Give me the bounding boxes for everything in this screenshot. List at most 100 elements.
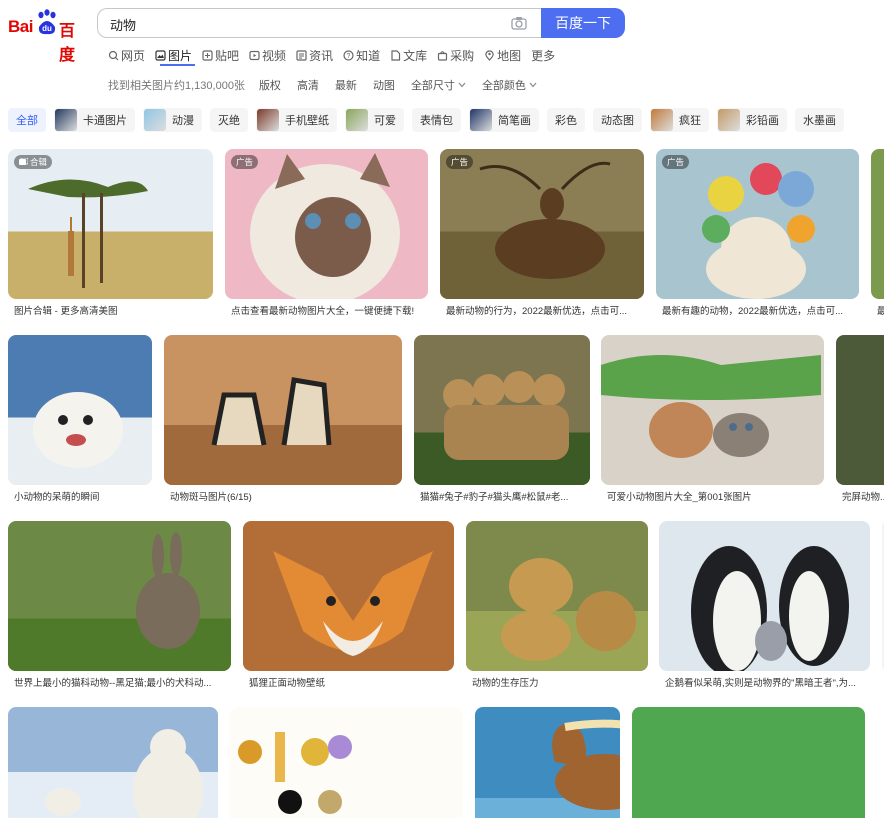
result-thumbnail[interactable] — [632, 707, 865, 818]
result-caption[interactable]: 企鹅看似呆萌,实则是动物界的"黑暗王者",为... — [665, 675, 866, 689]
image-result-card[interactable]: 合辑 图片合辑 - 更多高清美图 — [8, 149, 213, 320]
tag-chip[interactable]: 简笔画 — [469, 108, 539, 132]
tag-chip[interactable]: 表情包 — [412, 108, 461, 132]
result-caption[interactable]: 猫猫#兔子#豹子#猫头鹰#松鼠#老... — [420, 489, 586, 503]
image-result-card[interactable]: 动物斑马图片(6/15) — [164, 335, 402, 506]
image-result-card[interactable]: 动物的生存压力 — [466, 521, 648, 692]
result-caption[interactable]: 世界上最小的猫科动物--黑足猫;最小的犬科动... — [14, 675, 227, 689]
result-caption[interactable]: 最 — [877, 303, 884, 317]
result-caption[interactable]: 可爱小动物图片大全_第001张图片 — [607, 489, 820, 503]
search-input[interactable] — [110, 15, 490, 33]
result-thumbnail[interactable] — [601, 335, 824, 485]
tab-map[interactable]: 地图 — [484, 46, 521, 64]
tag-chip[interactable]: 可爱 — [345, 108, 404, 132]
tag-chip[interactable]: 动漫 — [143, 108, 202, 132]
tag-chip[interactable]: 彩铅画 — [717, 108, 787, 132]
tab-doc[interactable]: 文库 — [390, 46, 427, 64]
image-result-card[interactable] — [475, 707, 620, 818]
tag-chip[interactable]: 卡通图片 — [54, 108, 135, 132]
search-box[interactable] — [97, 8, 541, 38]
ad-badge: 广告 — [231, 155, 259, 169]
camera-icon[interactable] — [511, 16, 527, 30]
tab-video[interactable]: 视频 — [249, 46, 286, 64]
image-result-card[interactable]: 最 — [871, 149, 884, 320]
tag-thumbnail — [651, 109, 673, 131]
tab-label: 文库 — [403, 48, 428, 63]
result-thumbnail[interactable] — [475, 707, 620, 818]
image-result-card[interactable]: 广告点击查看最新动物图片大全，一键便捷下载! — [225, 149, 428, 320]
result-thumbnail[interactable] — [225, 149, 428, 299]
image-result-card[interactable] — [632, 707, 865, 818]
result-thumbnail[interactable] — [440, 149, 644, 299]
result-caption[interactable]: 小动物的呆萌的瞬间 — [14, 489, 148, 503]
tag-chip[interactable]: 手机壁纸 — [256, 108, 337, 132]
result-caption[interactable]: 图片合辑 - 更多高清美图 — [14, 303, 209, 317]
badge-label: 广告 — [667, 157, 685, 167]
image-result-card[interactable]: 小动物的呆萌的瞬间 — [8, 335, 152, 506]
result-thumbnail[interactable] — [466, 521, 648, 671]
tab-question[interactable]: ? 知道 — [343, 46, 380, 64]
tag-chip[interactable]: 疯狂 — [650, 108, 709, 132]
image-result-card[interactable]: 广告最新动物的行为，2022最新优选，点击可... — [440, 149, 644, 320]
baidu-logo[interactable]: Bai du 百度 — [8, 9, 88, 64]
result-caption[interactable]: 狐狸正面动物壁纸 — [249, 675, 450, 689]
nav-tabs: 网页 图片 贴吧 视频 资讯 ? 知道 文库 采购 地图 更多 — [108, 46, 565, 64]
result-caption[interactable]: 动物的生存压力 — [472, 675, 644, 689]
tag-chip[interactable]: 全部 — [8, 108, 46, 132]
image-result-card[interactable]: 可爱小动物图片大全_第001张图片 — [601, 335, 824, 506]
result-thumbnail[interactable] — [659, 521, 870, 671]
filter-animated[interactable]: 动图 — [373, 77, 395, 93]
filter-size-dropdown[interactable]: 全部尺寸 — [411, 77, 466, 93]
result-thumbnail[interactable] — [414, 335, 590, 485]
tab-picture[interactable]: 图片 — [155, 46, 192, 64]
search-button[interactable]: 百度一下 — [541, 8, 625, 38]
result-caption[interactable]: 最新有趣的动物，2022最新优选，点击可... — [662, 303, 855, 317]
tag-chip[interactable]: 灭绝 — [210, 108, 248, 132]
result-thumbnail[interactable] — [871, 149, 884, 299]
image-result-card[interactable]: 企鹅看似呆萌,实则是动物界的"黑暗王者",为... — [659, 521, 870, 692]
result-caption[interactable]: 完屏动物... — [842, 489, 884, 503]
related-tags: 全部 卡通图片 动漫 灭绝 手机壁纸 可爱 表情包 简笔画 彩色 动态图 疯狂 彩铅画 水墨画 — [8, 108, 852, 132]
image-result-card[interactable]: 狐狸正面动物壁纸 — [243, 521, 454, 692]
tag-chip[interactable]: 动态图 — [593, 108, 642, 132]
image-result-card[interactable]: 广告最新有趣的动物，2022最新优选，点击可... — [656, 149, 859, 320]
image-result-card[interactable]: 猫猫#兔子#豹子#猫头鹰#松鼠#老... — [414, 335, 590, 506]
filter-hd[interactable]: 高清 — [297, 77, 319, 93]
tag-chip[interactable]: 水墨画 — [795, 108, 844, 132]
result-caption[interactable]: 最新动物的行为，2022最新优选，点击可... — [446, 303, 640, 317]
tag-thumbnail — [144, 109, 166, 131]
result-thumbnail[interactable] — [230, 707, 463, 818]
tab-news[interactable]: 资讯 — [296, 46, 333, 64]
tab-label: 网页 — [121, 48, 146, 63]
tag-chip[interactable]: 彩色 — [547, 108, 585, 132]
collection-icon — [19, 158, 28, 165]
result-thumbnail[interactable] — [656, 149, 859, 299]
result-thumbnail[interactable] — [8, 707, 218, 818]
tag-label: 彩铅画 — [746, 115, 779, 127]
tab-label: 地图 — [497, 48, 522, 63]
tag-label: 表情包 — [420, 115, 453, 127]
tab-bag[interactable]: 采购 — [437, 46, 474, 64]
result-thumbnail[interactable] — [8, 521, 231, 671]
ad-badge: 广告 — [446, 155, 474, 169]
result-thumbnail[interactable] — [243, 521, 454, 671]
image-result-card[interactable] — [230, 707, 463, 818]
filter-copyright[interactable]: 版权 — [259, 77, 281, 93]
filter-latest[interactable]: 最新 — [335, 77, 357, 93]
tab-more[interactable]: 更多 — [531, 46, 555, 64]
filter-color-dropdown[interactable]: 全部颜色 — [482, 77, 537, 93]
active-tab-underline — [160, 64, 195, 66]
tab-tieba[interactable]: 贴吧 — [202, 46, 239, 64]
tag-label: 灭绝 — [218, 115, 240, 127]
image-result-card[interactable] — [8, 707, 218, 818]
tab-search[interactable]: 网页 — [108, 46, 145, 64]
result-thumbnail[interactable] — [8, 149, 213, 299]
image-result-card[interactable]: 完屏动物... — [836, 335, 884, 506]
result-thumbnail[interactable] — [836, 335, 884, 485]
result-caption[interactable]: 点击查看最新动物图片大全，一键便捷下载! — [231, 303, 424, 317]
image-result-card[interactable]: 世界上最小的猫科动物--黑足猫;最小的犬科动... — [8, 521, 231, 692]
tag-label: 疯狂 — [679, 115, 701, 127]
result-thumbnail[interactable] — [164, 335, 402, 485]
result-caption[interactable]: 动物斑马图片(6/15) — [170, 489, 398, 503]
result-thumbnail[interactable] — [8, 335, 152, 485]
